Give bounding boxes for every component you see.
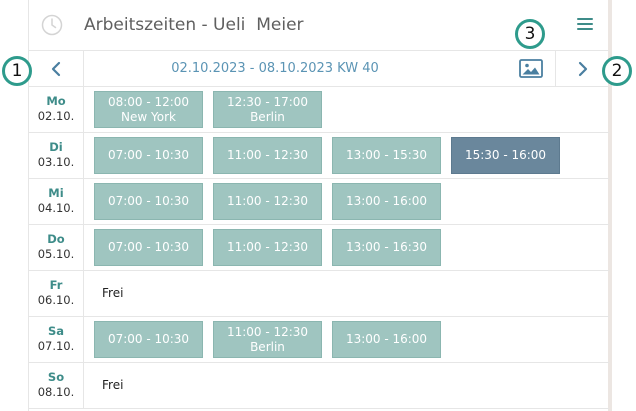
week-range-label: 02.10.2023 - 08.10.2023 KW 40 <box>171 61 379 76</box>
time-slot-time: 12:30 - 17:00 <box>226 94 309 109</box>
callout-badge-2: 2 <box>602 56 632 86</box>
chevron-left-icon <box>51 61 61 76</box>
callout-badge-1: 1 <box>2 56 32 86</box>
time-slot-time: 13:00 - 15:30 <box>345 148 428 162</box>
hamburger-menu-icon[interactable] <box>577 18 593 32</box>
free-day-label: Frei <box>102 378 124 392</box>
time-slot-time: 11:00 - 12:30 <box>226 148 309 162</box>
time-slot[interactable]: 12:30 - 17:00 Berlin <box>213 91 322 128</box>
time-slot-time: 13:00 - 16:00 <box>345 194 428 208</box>
time-slot-time: 07:00 - 10:30 <box>107 240 190 254</box>
next-week-button[interactable] <box>555 51 609 86</box>
day-name: Mi <box>48 186 64 200</box>
time-slot-time: 11:00 - 12:30 <box>226 324 309 339</box>
time-slot-time: 07:00 - 10:30 <box>107 332 190 346</box>
time-slot-time: 11:00 - 12:30 <box>226 240 309 254</box>
page-title: Arbeitszeiten - Ueli Meier <box>84 15 304 35</box>
image-icon[interactable] <box>519 59 543 78</box>
time-slot[interactable]: 13:00 - 16:00 <box>332 183 441 220</box>
time-slot-location: New York <box>121 109 176 124</box>
time-slot-location: Berlin <box>250 339 285 354</box>
day-label: Fr 06.10. <box>29 271 84 316</box>
time-slot[interactable]: 11:00 - 12:30 <box>213 229 322 266</box>
time-slot-time: 13:00 - 16:00 <box>345 332 428 346</box>
day-label: Mi 04.10. <box>29 179 84 224</box>
day-name: Mo <box>46 94 66 108</box>
time-slot[interactable]: 07:00 - 10:30 <box>94 229 203 266</box>
time-slot[interactable]: 13:00 - 16:00 <box>332 321 441 358</box>
callout-badge-3: 3 <box>515 19 545 49</box>
week-navigation: 02.10.2023 - 08.10.2023 KW 40 <box>29 50 609 87</box>
day-date: 03.10. <box>37 155 75 169</box>
day-date: 05.10. <box>37 247 75 261</box>
time-slot[interactable]: 13:00 - 16:30 <box>332 229 441 266</box>
previous-week-button[interactable] <box>29 51 84 86</box>
day-name: Do <box>47 232 65 246</box>
time-slot[interactable]: 11:00 - 12:30 Berlin <box>213 321 322 358</box>
chevron-right-icon <box>578 61 587 76</box>
week-schedule: Mo 02.10. 08:00 - 12:00 New York 12:30 - 17:… <box>29 87 609 409</box>
time-slot-time: 07:00 - 10:30 <box>107 148 190 162</box>
day-row: Do 05.10. 07:00 - 10:30 11:00 - 12:30 13:00 … <box>29 225 609 271</box>
time-slot-time: 07:00 - 10:30 <box>107 194 190 208</box>
clock-icon <box>41 14 63 36</box>
time-slot[interactable]: 07:00 - 10:30 <box>94 137 203 174</box>
app-window: Arbeitszeiten - Ueli Meier 02.10.2023 - … <box>28 0 612 411</box>
day-label: Mo 02.10. <box>29 87 84 132</box>
day-row: Di 03.10. 07:00 - 10:30 11:00 - 12:30 13:00 … <box>29 133 609 179</box>
day-date: 08.10. <box>37 385 75 399</box>
time-slot[interactable]: 07:00 - 10:30 <box>94 183 203 220</box>
time-slot[interactable]: 13:00 - 15:30 <box>332 137 441 174</box>
day-date: 04.10. <box>37 201 75 215</box>
day-label: Do 05.10. <box>29 225 84 270</box>
day-name: Fr <box>49 278 63 292</box>
time-slot[interactable]: 11:00 - 12:30 <box>213 137 322 174</box>
day-label: Sa 07.10. <box>29 317 84 362</box>
time-slot-time: 08:00 - 12:00 <box>107 94 190 109</box>
time-slot[interactable]: 15:30 - 16:00 <box>451 137 560 174</box>
free-day-label: Frei <box>102 286 124 300</box>
day-row: Fr 06.10. Frei <box>29 271 609 317</box>
day-label: Di 03.10. <box>29 133 84 178</box>
day-label: So 08.10. <box>29 363 84 408</box>
time-slot[interactable]: 11:00 - 12:30 <box>213 183 322 220</box>
time-slot[interactable]: 07:00 - 10:30 <box>94 321 203 358</box>
time-slot-location: Berlin <box>250 109 285 124</box>
day-row: Mi 04.10. 07:00 - 10:30 11:00 - 12:30 13:00 … <box>29 179 609 225</box>
day-name: Sa <box>47 324 65 338</box>
time-slot[interactable]: 08:00 - 12:00 New York <box>94 91 203 128</box>
day-row: Sa 07.10. 07:00 - 10:30 11:00 - 12:30 Berlin… <box>29 317 609 363</box>
day-row: Mo 02.10. 08:00 - 12:00 New York 12:30 - 17:… <box>29 87 609 133</box>
time-slot-time: 11:00 - 12:30 <box>226 194 309 208</box>
day-row: So 08.10. Frei <box>29 363 609 409</box>
day-name: Di <box>49 140 63 154</box>
time-slot-time: 13:00 - 16:30 <box>345 240 428 254</box>
day-name: So <box>47 370 65 384</box>
day-date: 07.10. <box>37 339 75 353</box>
day-date: 06.10. <box>37 293 75 307</box>
day-date: 02.10. <box>37 109 75 123</box>
time-slot-time: 15:30 - 16:00 <box>464 148 547 162</box>
